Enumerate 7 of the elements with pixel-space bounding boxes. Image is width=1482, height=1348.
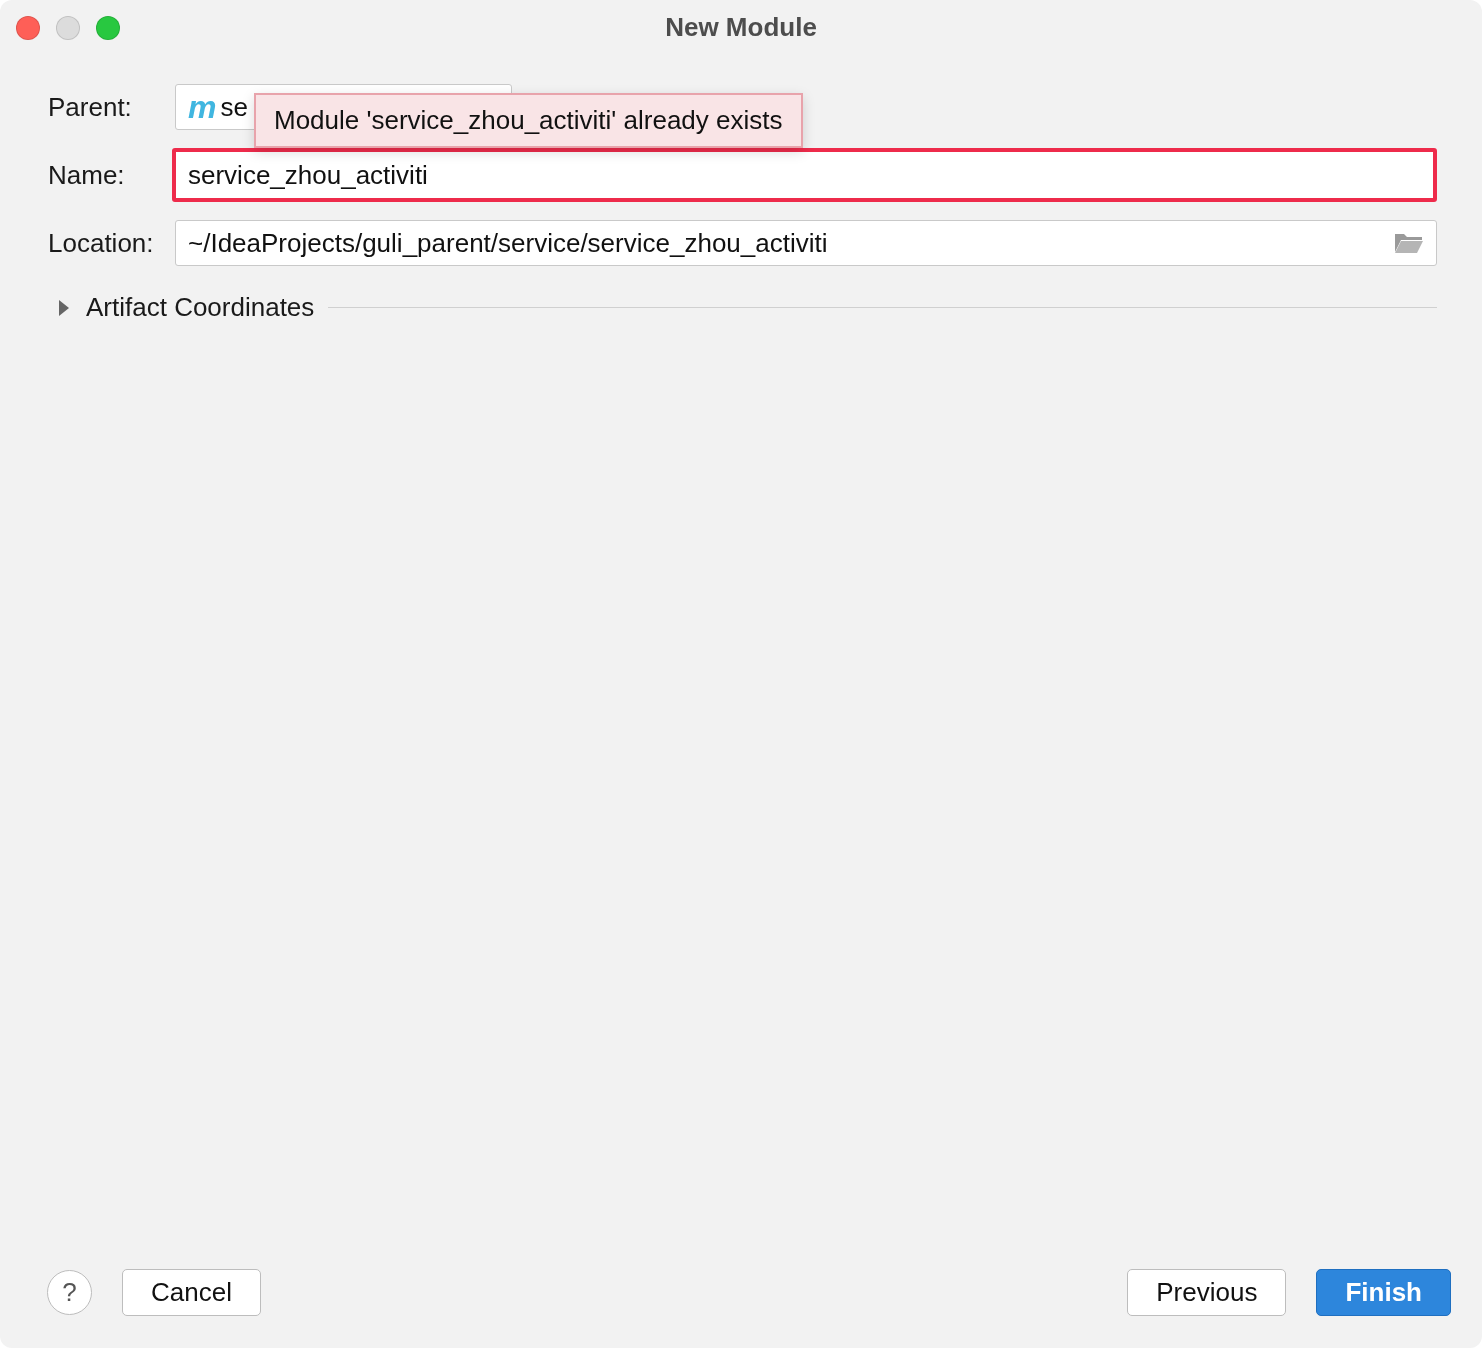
location-label: Location: bbox=[48, 227, 155, 259]
error-tooltip: Module 'service_zhou_activiti' already exists bbox=[254, 93, 803, 148]
module-icon: m bbox=[188, 91, 217, 123]
parent-label: Parent: bbox=[48, 91, 133, 123]
window-title: New Module bbox=[665, 12, 817, 43]
parent-value: se bbox=[220, 91, 248, 123]
name-label: Name: bbox=[48, 159, 126, 191]
